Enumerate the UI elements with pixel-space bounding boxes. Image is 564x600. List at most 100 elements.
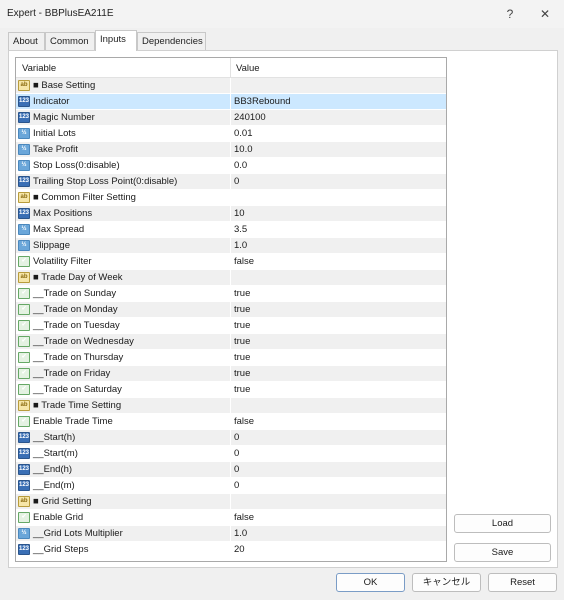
- table-row[interactable]: ✔ __Trade on Monday true: [16, 302, 446, 318]
- table-row[interactable]: 123 Indicator BB3Rebound: [16, 94, 446, 110]
- variable-value[interactable]: BB3Rebound: [234, 96, 291, 107]
- variable-value[interactable]: true: [234, 352, 250, 363]
- column-separator: [230, 238, 231, 254]
- variable-name: ■ Base Setting: [33, 80, 96, 91]
- table-row[interactable]: ✔ __Trade on Friday true: [16, 366, 446, 382]
- table-row[interactable]: ab ■ Trade Time Setting: [16, 398, 446, 414]
- reset-button[interactable]: Reset: [488, 573, 557, 592]
- table-row[interactable]: 123 __Start(m) 0: [16, 446, 446, 462]
- table-row[interactable]: ½ Initial Lots 0.01: [16, 126, 446, 142]
- cancel-button[interactable]: キャンセル: [412, 573, 481, 592]
- bool-type-icon: ✔: [18, 512, 30, 523]
- variable-value[interactable]: 240100: [234, 112, 266, 123]
- table-row[interactable]: ✔ __Trade on Sunday true: [16, 286, 446, 302]
- table-row[interactable]: ✔ __Trade on Saturday true: [16, 382, 446, 398]
- variable-name: Max Positions: [33, 208, 93, 219]
- variable-value[interactable]: false: [234, 416, 254, 427]
- window-title: Expert - BBPlusEA211E: [7, 8, 114, 19]
- tab-common[interactable]: Common: [45, 32, 95, 50]
- int-type-icon: 123: [18, 544, 30, 555]
- table-row[interactable]: 123 __Start(h) 0: [16, 430, 446, 446]
- variable-value[interactable]: 0: [234, 480, 239, 491]
- inputs-grid[interactable]: Variable Value ab ■ Base Setting 123 Indica…: [15, 57, 447, 562]
- variable-value[interactable]: 10: [234, 208, 245, 219]
- variable-value[interactable]: 10.0: [234, 144, 253, 155]
- column-separator: [230, 430, 231, 446]
- variable-name: __Trade on Monday: [33, 304, 118, 315]
- variable-value[interactable]: 1.0: [234, 528, 247, 539]
- variable-name: __Trade on Tuesday: [33, 320, 120, 331]
- variable-name: Indicator: [33, 96, 70, 107]
- variable-name: ■ Common Filter Setting: [33, 192, 136, 203]
- column-separator: [230, 78, 231, 94]
- column-header-variable[interactable]: Variable: [22, 63, 56, 74]
- bool-type-icon: ✔: [18, 320, 30, 331]
- table-row[interactable]: ✔ __Trade on Wednesday true: [16, 334, 446, 350]
- ok-button[interactable]: OK: [336, 573, 405, 592]
- variable-value[interactable]: true: [234, 288, 250, 299]
- table-row[interactable]: ✔ Volatility Filter false: [16, 254, 446, 270]
- variable-name: __Trade on Thursday: [33, 352, 124, 363]
- column-divider[interactable]: [230, 58, 231, 77]
- variable-value[interactable]: 0: [234, 448, 239, 459]
- table-row[interactable]: ✔ Enable Grid false: [16, 510, 446, 526]
- table-row[interactable]: ab ■ Common Filter Setting: [16, 190, 446, 206]
- variable-value[interactable]: 0: [234, 432, 239, 443]
- table-row[interactable]: 123 Magic Number 240100: [16, 110, 446, 126]
- table-row[interactable]: ½ Stop Loss(0:disable) 0.0: [16, 158, 446, 174]
- save-button[interactable]: Save: [454, 543, 551, 562]
- table-row[interactable]: ✔ __Trade on Thursday true: [16, 350, 446, 366]
- table-row[interactable]: ½ Take Profit 10.0: [16, 142, 446, 158]
- bool-type-icon: ✔: [18, 384, 30, 395]
- variable-value[interactable]: true: [234, 336, 250, 347]
- table-row[interactable]: ab ■ Base Setting: [16, 78, 446, 94]
- tab-dependencies[interactable]: Dependencies: [137, 32, 206, 50]
- str-type-icon: ab: [18, 400, 30, 411]
- variable-value[interactable]: true: [234, 304, 250, 315]
- variable-value[interactable]: 20: [234, 544, 245, 555]
- table-row[interactable]: 123 Max Positions 10: [16, 206, 446, 222]
- variable-value[interactable]: 1.0: [234, 240, 247, 251]
- table-row[interactable]: ½ Max Spread 3.5: [16, 222, 446, 238]
- variable-name: Take Profit: [33, 144, 78, 155]
- table-row[interactable]: ✔ Enable Trade Time false: [16, 414, 446, 430]
- column-separator: [230, 334, 231, 350]
- variable-name: Volatility Filter: [33, 256, 92, 267]
- table-row[interactable]: 123 __Grid Steps 20: [16, 542, 446, 558]
- column-separator: [230, 526, 231, 542]
- bool-type-icon: ✔: [18, 288, 30, 299]
- table-row[interactable]: 123 __End(h) 0: [16, 462, 446, 478]
- bool-type-icon: ✔: [18, 336, 30, 347]
- variable-value[interactable]: false: [234, 256, 254, 267]
- variable-name: __Start(m): [33, 448, 78, 459]
- tab-about[interactable]: About: [8, 32, 45, 50]
- variable-value[interactable]: 0.01: [234, 128, 253, 139]
- variable-value[interactable]: 0: [234, 464, 239, 475]
- variable-value[interactable]: true: [234, 368, 250, 379]
- column-separator: [230, 302, 231, 318]
- dbl-type-icon: ½: [18, 528, 30, 539]
- table-row[interactable]: ab ■ Trade Day of Week: [16, 270, 446, 286]
- load-button[interactable]: Load: [454, 514, 551, 533]
- table-row[interactable]: ✔ __Trade on Tuesday true: [16, 318, 446, 334]
- column-header-value[interactable]: Value: [236, 63, 260, 74]
- bool-type-icon: ✔: [18, 256, 30, 267]
- variable-value[interactable]: 0: [234, 176, 239, 187]
- column-separator: [230, 142, 231, 158]
- variable-value[interactable]: true: [234, 384, 250, 395]
- tab-inputs[interactable]: Inputs: [95, 30, 137, 51]
- close-icon[interactable]: ✕: [535, 4, 555, 24]
- table-row[interactable]: ½ Slippage 1.0: [16, 238, 446, 254]
- table-row[interactable]: ab ■ Grid Setting: [16, 494, 446, 510]
- table-row[interactable]: 123 Trailing Stop Loss Point(0:disable) 0: [16, 174, 446, 190]
- variable-value[interactable]: true: [234, 320, 250, 331]
- help-icon[interactable]: ?: [500, 4, 520, 24]
- variable-value[interactable]: 3.5: [234, 224, 247, 235]
- table-row[interactable]: 123 __End(m) 0: [16, 478, 446, 494]
- variable-value[interactable]: 0.0: [234, 160, 247, 171]
- variable-value[interactable]: false: [234, 512, 254, 523]
- column-separator: [230, 494, 231, 510]
- column-separator: [230, 158, 231, 174]
- table-row[interactable]: ½ __Grid Lots Multiplier 1.0: [16, 526, 446, 542]
- int-type-icon: 123: [18, 432, 30, 443]
